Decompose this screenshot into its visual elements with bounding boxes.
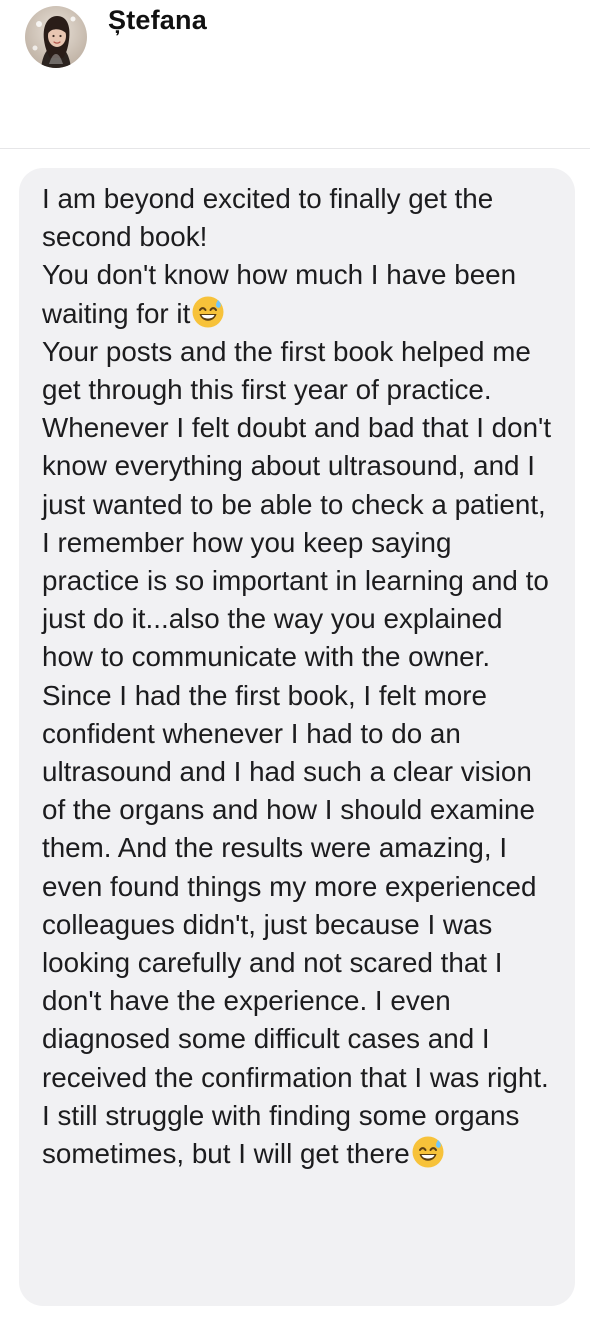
header-divider: [0, 148, 590, 149]
message-bubble[interactable]: I am beyond excited to finally get the s…: [19, 168, 575, 1306]
grinning-sweat-emoji-icon: [411, 1135, 445, 1169]
sender-name[interactable]: Ștefana: [108, 5, 207, 36]
conversation-header: Ștefana: [0, 0, 590, 150]
message-text: I am beyond excited to finally get the s…: [42, 180, 555, 1173]
profile-photo-avatar-icon: [25, 6, 87, 68]
avatar[interactable]: [25, 6, 87, 68]
message-paragraph: Your posts and the first book helped me …: [42, 333, 555, 1173]
message-paragraph-text: Your posts and the first book helped me …: [42, 335, 552, 1170]
message-paragraph-text: I am beyond excited to finally get the s…: [42, 183, 494, 253]
grinning-sweat-emoji-icon: [191, 295, 225, 329]
message-paragraph-text: You don't know how much I have been wait…: [42, 259, 517, 329]
message-paragraph: I am beyond excited to finally get the s…: [42, 180, 555, 256]
message-paragraph: You don't know how much I have been wait…: [42, 256, 555, 332]
